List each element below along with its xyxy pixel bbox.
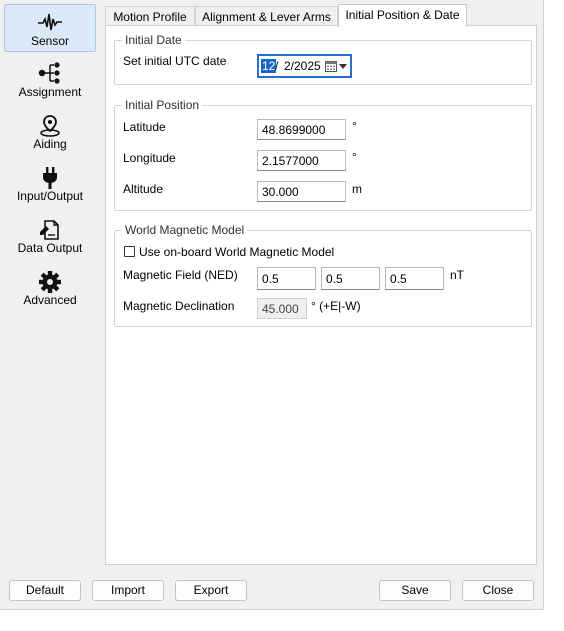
sidebar-item-label: Advanced [23, 293, 77, 307]
magnetic-field-unit: nT [450, 268, 465, 282]
longitude-label: Longitude [123, 151, 176, 165]
tab-initial-position-date[interactable]: Initial Position & Date [338, 4, 467, 27]
chevron-down-icon[interactable] [339, 64, 347, 69]
sidebar-item-advanced[interactable]: Advanced [4, 264, 96, 312]
calendar-icon[interactable] [325, 60, 337, 72]
map-pin-icon [40, 115, 60, 137]
sidebar-item-assignment[interactable]: Assignment [4, 56, 96, 104]
magnetic-field-label: Magnetic Field (NED) [123, 268, 238, 282]
close-button[interactable]: Close [462, 580, 534, 601]
gear-icon [39, 271, 61, 293]
save-button[interactable]: Save [379, 580, 451, 601]
altitude-field[interactable] [257, 181, 346, 202]
export-button[interactable]: Export [175, 580, 247, 601]
magnetic-declination-field [257, 298, 307, 319]
group-title: World Magnetic Model [122, 223, 248, 237]
document-edit-icon [40, 220, 59, 240]
magnetic-model-group: World Magnetic Model Use on-board World … [114, 223, 532, 327]
default-button[interactable]: Default [9, 580, 81, 601]
sidebar-item-label: Data Output [17, 241, 83, 255]
settings-window: Sensor Assignment Aiding Input/Output Da… [0, 0, 544, 610]
date-month-year[interactable]: 2/2025 [284, 59, 321, 73]
tab-alignment-lever-arms[interactable]: Alignment & Lever Arms [195, 6, 338, 26]
sidebar-item-aiding[interactable]: Aiding [4, 108, 96, 156]
magnetic-field-north[interactable] [257, 267, 316, 290]
group-title: Initial Date [122, 33, 185, 47]
magnetic-field-down[interactable] [385, 267, 444, 290]
sidebar-item-label: Aiding [33, 137, 67, 151]
latitude-unit: ° [352, 119, 357, 133]
initial-date-group: Initial Date Set initial UTC date 12 / 2… [114, 33, 532, 85]
tree-icon [38, 62, 60, 84]
magnetic-declination-label: Magnetic Declination [123, 299, 235, 313]
tab-motion-profile[interactable]: Motion Profile [105, 6, 195, 26]
tab-panel: Initial Date Set initial UTC date 12 / 2… [105, 25, 537, 565]
longitude-unit: ° [352, 150, 357, 164]
sidebar-item-data-output[interactable]: Data Output [4, 212, 96, 260]
waveform-icon [38, 13, 62, 31]
magnetic-declination-unit: ° (+E|-W) [311, 299, 361, 313]
sidebar-item-label: Assignment [18, 85, 82, 99]
onboard-wmm-checkbox[interactable] [124, 246, 135, 257]
group-title: Initial Position [122, 98, 203, 112]
import-button[interactable]: Import [92, 580, 164, 601]
latitude-field[interactable] [257, 119, 346, 140]
onboard-wmm-label[interactable]: Use on-board World Magnetic Model [139, 245, 334, 259]
sidebar-item-sensor[interactable]: Sensor [4, 4, 96, 52]
sidebar-item-input-output[interactable]: Input/Output [4, 160, 96, 208]
latitude-label: Latitude [123, 120, 166, 134]
initial-date-label: Set initial UTC date [123, 54, 227, 68]
sidebar-item-label: Sensor [30, 34, 70, 48]
altitude-label: Altitude [123, 182, 164, 196]
sidebar-item-label: Input/Output [16, 189, 84, 203]
initial-position-group: Initial Position Latitude ° Longitude ° … [114, 98, 532, 211]
longitude-field[interactable] [257, 150, 346, 171]
plug-icon [43, 167, 57, 189]
date-separator: / [275, 59, 279, 73]
magnetic-field-east[interactable] [321, 267, 380, 290]
altitude-unit: m [352, 182, 362, 196]
date-picker[interactable]: 12 / 2/2025 [257, 54, 352, 78]
